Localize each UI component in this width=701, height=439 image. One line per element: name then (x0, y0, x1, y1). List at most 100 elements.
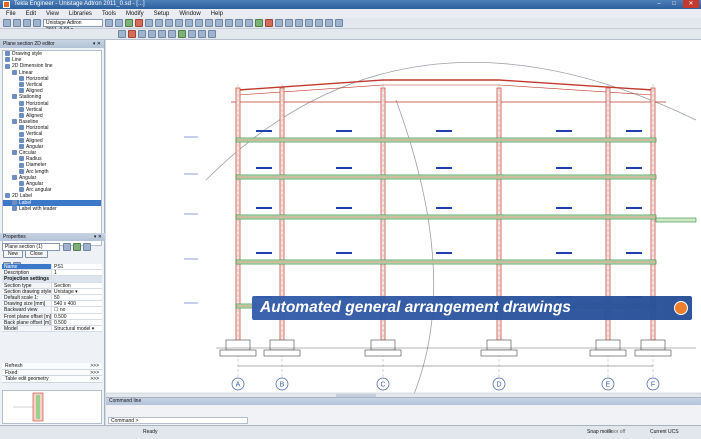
column-icon[interactable] (265, 19, 273, 27)
property-value[interactable]: 0.500 (52, 319, 102, 325)
property-key: Backward view (2, 307, 52, 313)
menu-modify[interactable]: Modify (124, 11, 146, 17)
menu-tools[interactable]: Tools (100, 11, 118, 17)
funnel-icon[interactable] (73, 243, 81, 251)
zoom-all-icon[interactable] (185, 19, 193, 27)
close-tree-button[interactable]: Close (25, 250, 48, 258)
drawing-canvas[interactable]: A B C D E F (106, 40, 701, 412)
property-value[interactable]: 540 x 400 (52, 301, 102, 307)
beam-tag (626, 167, 642, 169)
model-combo[interactable]: Unistage Adtron 2011_0.03 ▾ (43, 19, 103, 33)
rotate-icon[interactable] (205, 19, 213, 27)
hatch-icon[interactable] (188, 30, 196, 38)
footing-base (263, 349, 301, 357)
pan-icon[interactable] (195, 19, 203, 27)
property-value[interactable]: ☐ no (52, 307, 102, 313)
beam-tag (556, 207, 572, 209)
drawing-icon[interactable] (335, 19, 343, 27)
floor-toggle[interactable]: Floor off (607, 429, 625, 435)
sort-icon[interactable] (83, 243, 91, 251)
property-value[interactable]: 50 (52, 294, 102, 301)
new-file-icon[interactable] (3, 19, 11, 27)
design-icon[interactable] (315, 19, 323, 27)
circle-icon[interactable] (158, 30, 166, 38)
load-icon[interactable] (295, 19, 303, 27)
banner-text: Automated general arrangement drawings (260, 299, 571, 316)
beam-icon[interactable] (255, 19, 263, 27)
action-more[interactable]: >>> (90, 376, 99, 382)
snap-icon[interactable] (225, 19, 233, 27)
command-input[interactable]: Command > (108, 417, 248, 424)
beam-tag (436, 252, 452, 254)
zoom-in-icon[interactable] (165, 19, 173, 27)
action-more[interactable]: >>> (90, 363, 99, 369)
cantilever-beam (655, 217, 697, 223)
filter-icon[interactable] (63, 243, 71, 251)
menu-setup[interactable]: Setup (152, 11, 172, 17)
property-row[interactable]: Model Structural model ▾ (2, 325, 102, 333)
menu-window[interactable]: Window (177, 11, 202, 17)
print-icon[interactable] (33, 19, 41, 27)
beam-tag (556, 130, 572, 132)
text-icon[interactable] (168, 30, 176, 38)
menu-file[interactable]: File (4, 11, 18, 17)
line-icon[interactable] (128, 30, 136, 38)
grid-icon[interactable] (245, 19, 253, 27)
symbol-icon[interactable] (208, 30, 216, 38)
report-icon[interactable] (325, 19, 333, 27)
minimize-button[interactable]: – (653, 0, 665, 8)
footing (225, 339, 251, 351)
property-value[interactable]: PS1 (52, 264, 102, 270)
label-icon[interactable] (198, 30, 206, 38)
properties-selector[interactable]: Plane section (1) (2, 243, 60, 251)
tree-node-icon (5, 51, 10, 57)
layers-icon[interactable] (145, 19, 153, 27)
render-icon[interactable] (215, 19, 223, 27)
tree-node-icon (19, 88, 24, 94)
footing-base (364, 349, 402, 357)
close-button[interactable]: ✕ (683, 0, 699, 8)
rectangle-icon[interactable] (148, 30, 156, 38)
property-value[interactable]: 0.500 (52, 313, 102, 319)
action-more[interactable]: >>> (90, 370, 99, 376)
property-value[interactable]: 1 (52, 270, 102, 276)
property-value[interactable]: Section (52, 282, 102, 288)
polyline-icon[interactable] (138, 30, 146, 38)
editor-tree[interactable]: Drawing style Line 2D Dimension line Linear… (2, 50, 102, 246)
menu-help[interactable]: Help (209, 11, 225, 17)
zoom-out-icon[interactable] (175, 19, 183, 27)
menu-libraries[interactable]: Libraries (67, 11, 94, 17)
tree-node-label: 2D Label (12, 193, 33, 200)
menu-view[interactable]: View (44, 11, 61, 17)
undo-icon[interactable] (105, 19, 113, 27)
measure-icon[interactable] (235, 19, 243, 27)
save-icon[interactable] (23, 19, 31, 27)
tree-node-label: Horizontal (26, 100, 49, 107)
property-value[interactable] (52, 276, 102, 282)
property-value[interactable]: Structural model ▾ (52, 325, 102, 332)
grid-label: E (606, 382, 611, 389)
action-row[interactable]: Table edit geometry >>> (2, 376, 102, 383)
menu-edit[interactable]: Edit (24, 11, 38, 17)
dimension-icon[interactable] (178, 30, 186, 38)
wall-icon[interactable] (285, 19, 293, 27)
property-value[interactable]: Unistage ▾ (52, 288, 102, 294)
tree-node-label: Baseline (19, 119, 39, 126)
slab-icon[interactable] (275, 19, 283, 27)
open-file-icon[interactable] (13, 19, 21, 27)
redo-icon[interactable] (115, 19, 123, 27)
section-icon[interactable] (135, 19, 143, 27)
properties-close-icon[interactable]: ▾ ✕ (94, 233, 102, 241)
tree-node-label: Arc length (26, 168, 49, 175)
footing-base (634, 349, 672, 357)
panel-close-icon[interactable]: ▾ ✕ (93, 40, 101, 48)
new-button[interactable]: New (3, 250, 24, 258)
zoom-icon[interactable] (155, 19, 163, 27)
model-view-icon[interactable] (125, 19, 133, 27)
analysis-icon[interactable] (305, 19, 313, 27)
select-icon[interactable] (118, 30, 126, 38)
tree-node[interactable]: Label with leader (3, 206, 101, 212)
ucs-toggle[interactable]: Current UCS (650, 429, 679, 435)
action-label: Fixed (5, 369, 18, 376)
maximize-button[interactable]: □ (668, 0, 680, 8)
